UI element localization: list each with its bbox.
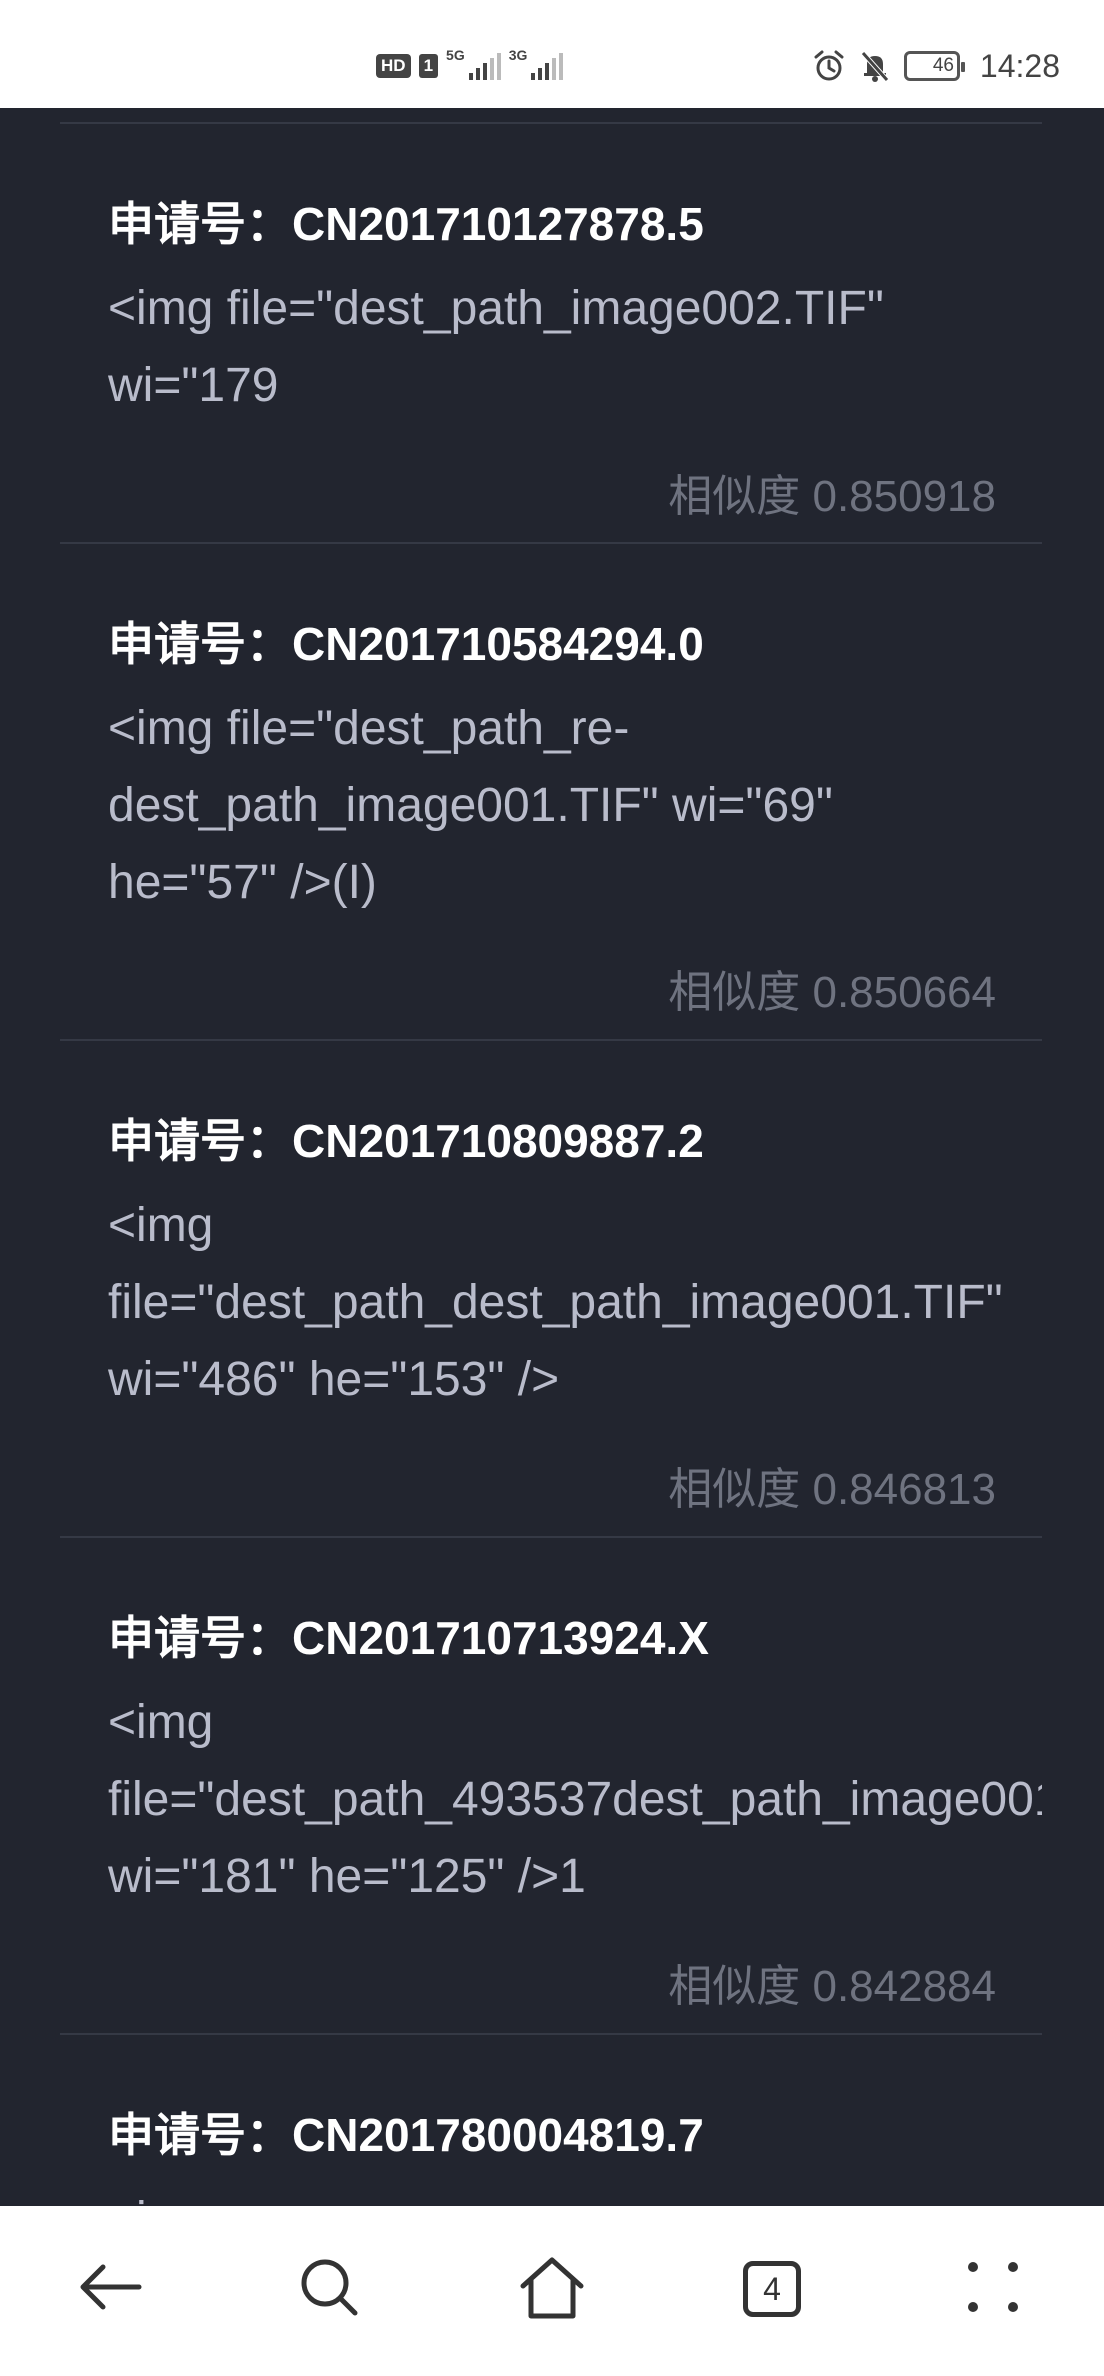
search-icon xyxy=(297,2255,361,2324)
more-dots-icon xyxy=(963,2257,1023,2322)
application-number: 申请号：CN201780004819.7 xyxy=(108,2109,704,2161)
battery-level: 46 xyxy=(932,55,954,76)
result-card[interactable]: 申请号：CN201710809887.2 <img file="dest_pat… xyxy=(60,1041,1042,1538)
clock: 14:28 xyxy=(979,47,1060,84)
hd-badge: HD xyxy=(376,54,411,78)
back-button[interactable] xyxy=(65,2244,155,2334)
similarity-score: 相似度 0.846813 xyxy=(668,1465,996,1514)
result-description: <img file="dest_path_493537dest_path_ima… xyxy=(108,1696,1042,1903)
application-number: 申请号：CN201710809887.2 xyxy=(108,1115,704,1167)
application-number: 申请号：CN201710713924.X xyxy=(108,1612,709,1664)
signal-icon xyxy=(468,52,501,80)
similarity-score: 相似度 0.850918 xyxy=(668,472,996,521)
result-description: <img file="dest_path_dest_path_image001.… xyxy=(108,1199,1003,1406)
result-card[interactable]: 申请号：CN201780004819.7 <img xyxy=(60,2035,1042,2206)
application-number: 申请号：CN201710127878.5 xyxy=(108,198,704,250)
result-card[interactable]: 申请号：CN201710584294.0 <img file="dest_pat… xyxy=(60,544,1042,1041)
similarity-score: 相似度 0.850664 xyxy=(668,968,996,1017)
home-button[interactable] xyxy=(507,2244,597,2334)
network-type-2: 3G xyxy=(508,47,528,63)
status-icons: 46 14:28 xyxy=(812,44,1060,88)
tabs-button[interactable]: 4 xyxy=(727,2244,817,2334)
similarity-score: 相似度 0.842884 xyxy=(668,1962,996,2011)
application-number: 申请号：CN201710584294.0 xyxy=(108,618,704,670)
result-description: <img file="dest_path_image002.TIF" wi="1… xyxy=(108,282,884,412)
sim-badge: 1 xyxy=(418,54,439,78)
search-button[interactable] xyxy=(284,2244,374,2334)
results-list: 申请号：CN201710127878.5 <img file="dest_pat… xyxy=(0,108,1104,2206)
result-card[interactable]: 申请号：CN201710713924.X <img file="dest_pat… xyxy=(60,1538,1042,2035)
signal-icon xyxy=(531,52,564,80)
battery-icon: 46 xyxy=(903,51,965,81)
result-description: <img xyxy=(108,2181,1042,2206)
home-icon xyxy=(517,2252,587,2327)
network-type-1: 5G xyxy=(446,47,465,63)
alarm-icon xyxy=(812,49,846,83)
menu-button[interactable] xyxy=(948,2244,1038,2334)
result-description: <img file="dest_path_re- dest_path_image… xyxy=(108,702,833,909)
browser-nav-bar: 4 xyxy=(0,2206,1104,2376)
result-card[interactable]: 申请号：CN201710127878.5 <img file="dest_pat… xyxy=(60,124,1042,544)
status-bar: HD 1 5G 3G 46 14:28 xyxy=(0,0,1104,108)
back-arrow-icon xyxy=(75,2257,145,2322)
network-indicators: HD 1 5G 3G xyxy=(376,46,564,86)
tab-count: 4 xyxy=(743,2261,801,2317)
mute-bell-icon xyxy=(858,49,892,83)
